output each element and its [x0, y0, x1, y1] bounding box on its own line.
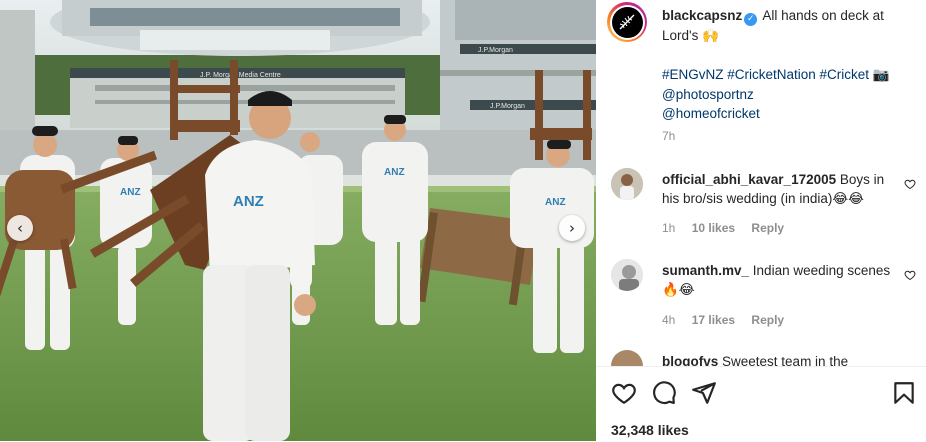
sponsor-sign-2: J.P.Morgan [490, 103, 525, 110]
comment-text: blogofvs Sweetest team in the [662, 352, 897, 366]
commenter-avatar[interactable] [611, 168, 643, 200]
heart-icon[interactable] [611, 380, 637, 406]
comment-body: Indian weeding scenes [752, 263, 891, 278]
author-avatar[interactable] [607, 2, 647, 42]
verified-badge-icon: ✓ [744, 13, 758, 26]
reply-button[interactable]: Reply [751, 313, 784, 327]
comment-time: 1h [662, 221, 676, 235]
comment-username[interactable]: sumanth.mv_ [662, 263, 749, 278]
post-caption: blackcapsnz ✓ All hands on deck at Lord's… [662, 6, 920, 123]
comments-scroll[interactable]: blackcapsnz ✓ All hands on deck at Lord's… [596, 0, 926, 366]
carousel-next-button[interactable]: › [559, 215, 585, 241]
shirt-sponsor-1: ANZ [120, 187, 141, 198]
caption-hashtags[interactable]: #ENGvNZ #CricketNation #Cricket [662, 67, 869, 82]
commenter-avatar[interactable] [611, 259, 643, 291]
sponsor-sign-1: J.P.Morgan [478, 47, 513, 54]
main-shirt-sponsor: ANZ [233, 193, 264, 210]
comment-username[interactable]: blogofvs [662, 354, 718, 366]
post-panel: blackcapsnz ✓ All hands on deck at Lord's… [596, 0, 926, 442]
likes-count[interactable]: 32,348 likes [611, 422, 689, 438]
avatar-photo [611, 259, 643, 291]
camera-emoji: 📷 [872, 67, 890, 83]
caption-emoji: 🙌 [702, 28, 719, 44]
comment-username[interactable]: official_abhi_kavar_172005 [662, 172, 836, 187]
author-username[interactable]: blackcapsnz [662, 8, 742, 23]
post-actions: 32,348 likes [596, 366, 926, 442]
comment-likes[interactable]: 17 likes [692, 313, 735, 327]
fern-logo-icon [619, 14, 635, 30]
shirt-sponsor-2: ANZ [384, 167, 405, 178]
carousel-prev-button[interactable]: ‹ [7, 215, 33, 241]
commenter-avatar[interactable] [611, 350, 643, 366]
post-time: 7h [662, 129, 676, 143]
comment-emoji: 😂😂 [832, 191, 864, 207]
comment-body: Sweetest team in the [722, 354, 849, 366]
comment-likes[interactable]: 10 likes [692, 221, 735, 235]
comment-text: official_abhi_kavar_172005 Boys in his b… [662, 170, 897, 209]
comment-time: 4h [662, 313, 676, 327]
reply-button[interactable]: Reply [751, 221, 784, 235]
chevron-right-icon: › [569, 219, 575, 237]
shirt-sponsor-3: ANZ [545, 197, 566, 208]
media-centre-sign: J.P. Morgan Media Centre [200, 72, 281, 79]
post-photo[interactable]: J.P. Morgan Media Centre J.P.Morgan J.P.… [0, 0, 596, 441]
comment-emoji: 🔥😂 [662, 282, 695, 298]
paper-plane-icon[interactable] [691, 380, 717, 406]
bookmark-icon[interactable] [891, 380, 917, 406]
mention-homeofcricket[interactable]: @homeofcricket [662, 106, 760, 121]
comment-like-heart-icon[interactable] [904, 269, 916, 281]
comment-text: sumanth.mv_ Indian weeding scenes 🔥😂 [662, 261, 897, 300]
photo-scene: J.P. Morgan Media Centre J.P.Morgan J.P.… [0, 0, 596, 441]
chevron-left-icon: ‹ [17, 219, 23, 237]
mention-photosportnz[interactable]: @photosportnz [662, 87, 754, 102]
comment-icon[interactable] [651, 380, 677, 406]
avatar-photo [611, 168, 643, 200]
comment-meta: 4h 17 likes Reply [662, 313, 797, 327]
comment-meta: 1h 10 likes Reply [662, 221, 797, 235]
comment-like-heart-icon[interactable] [904, 178, 916, 190]
